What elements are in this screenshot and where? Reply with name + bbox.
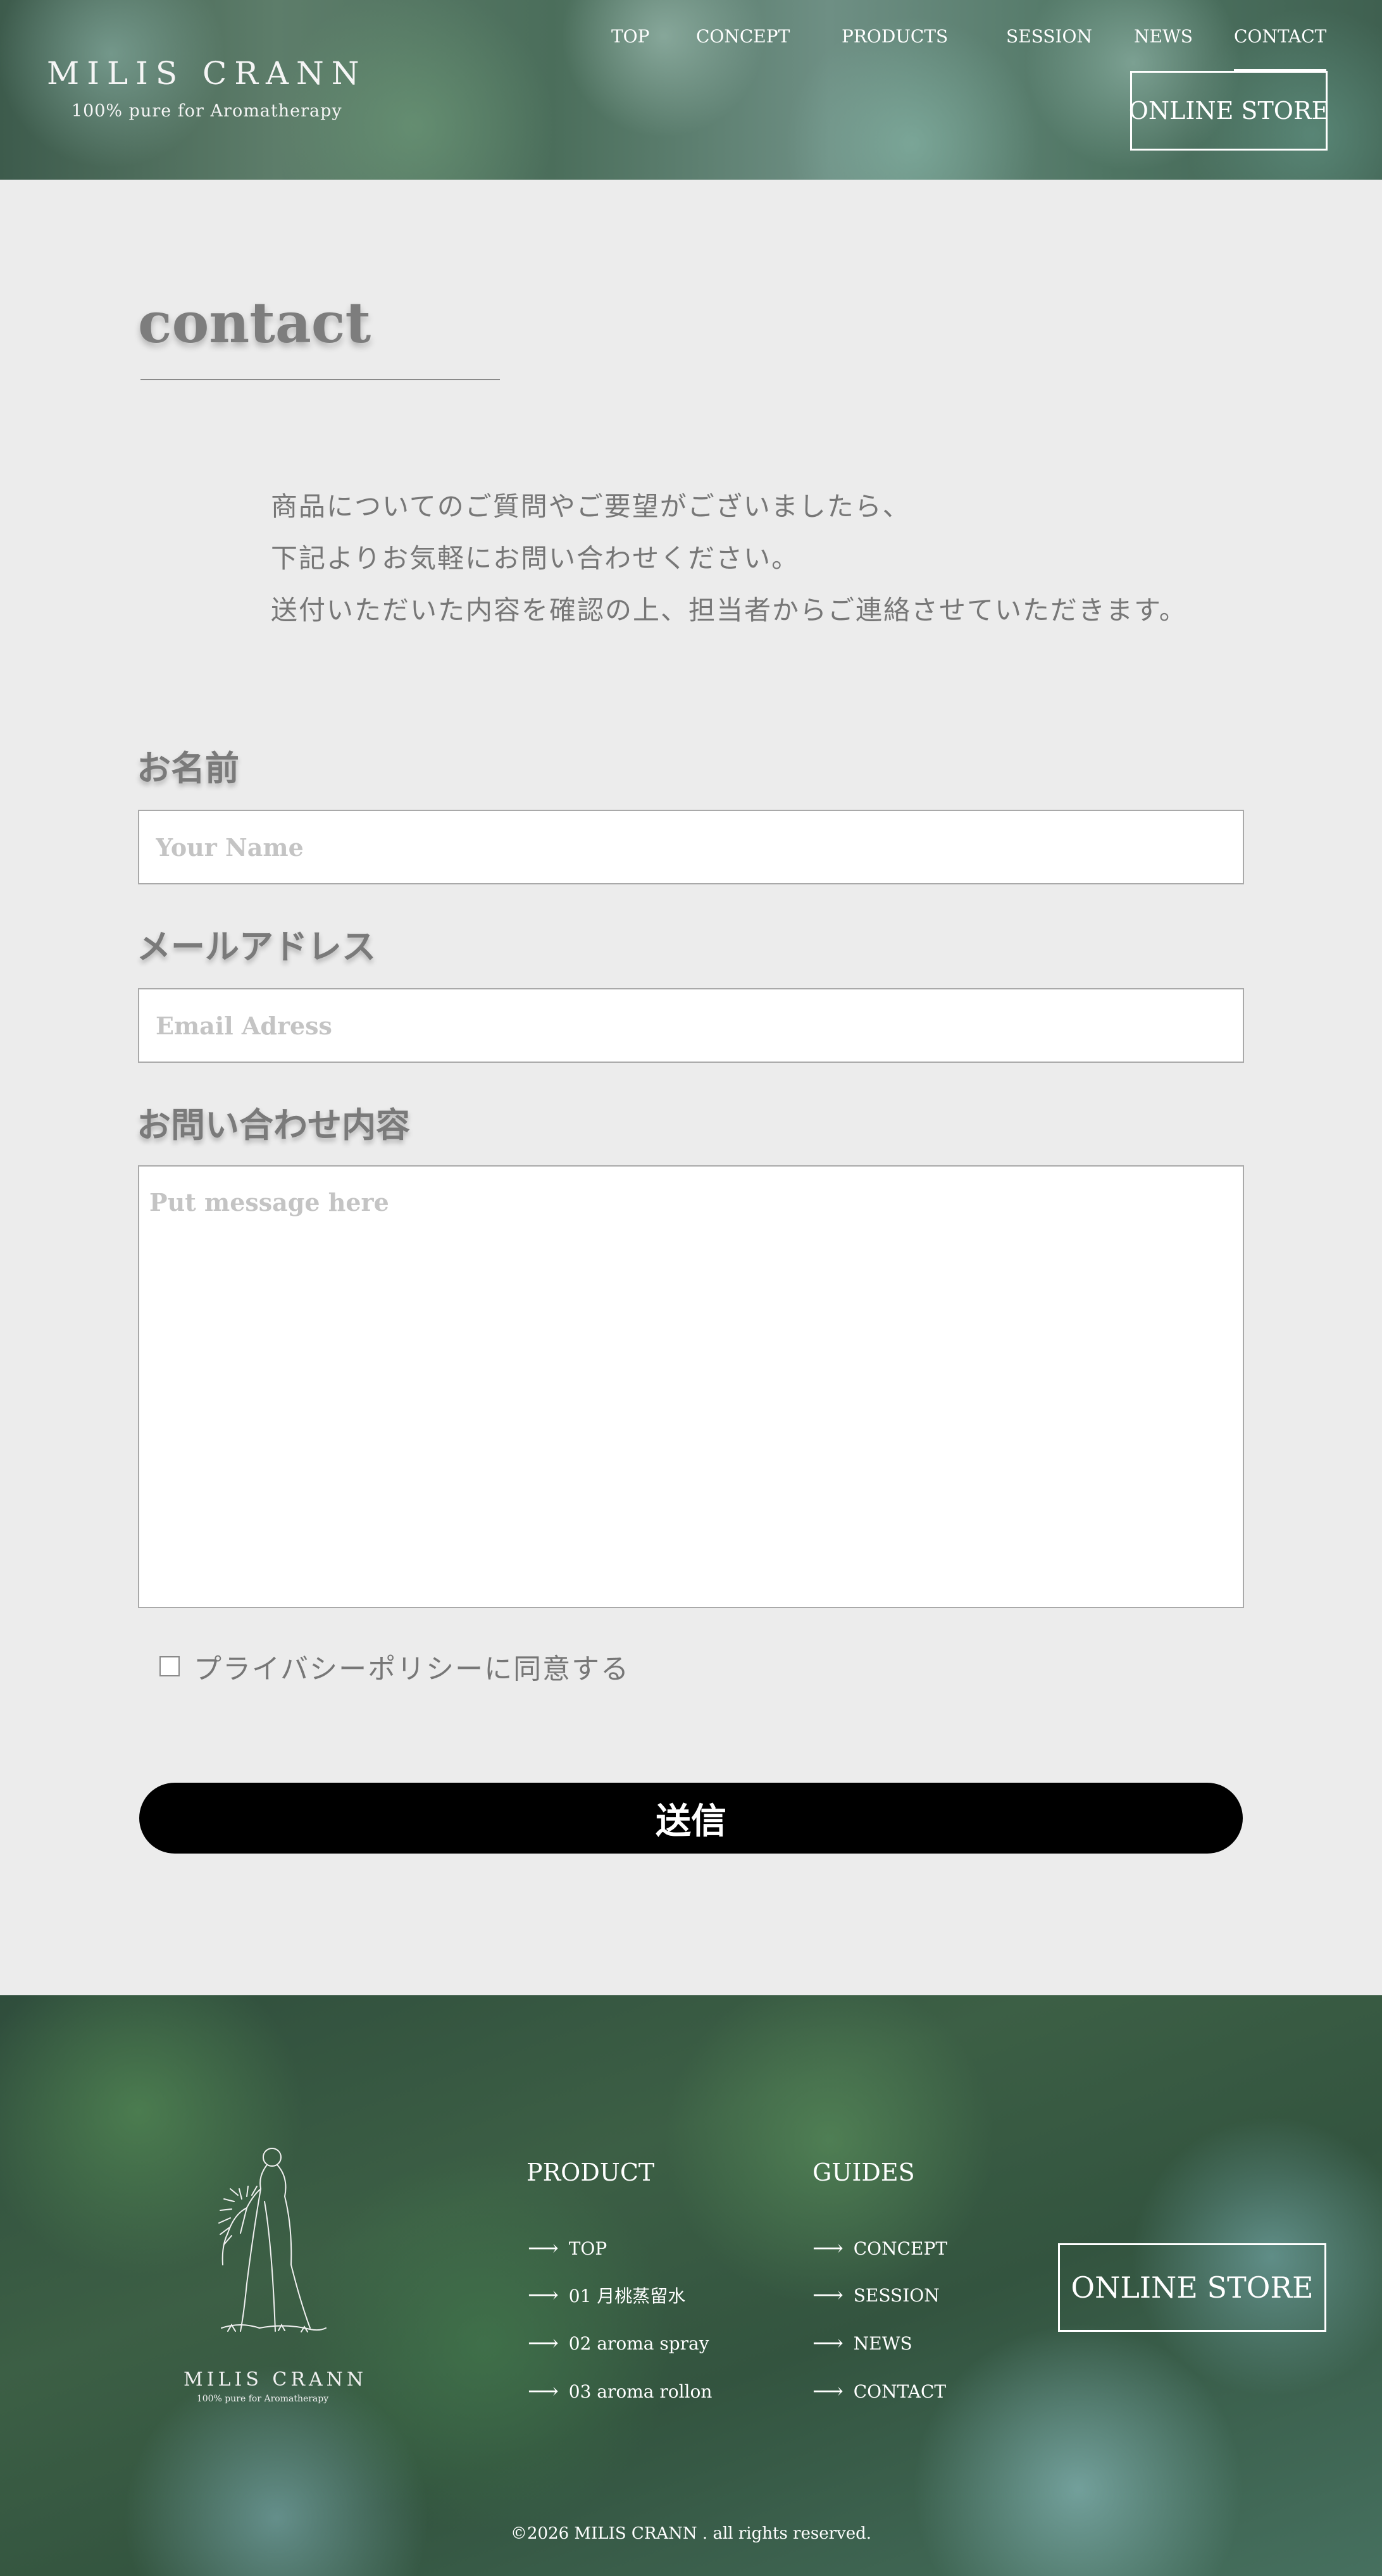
guides-heading: GUIDES: [812, 2158, 915, 2186]
email-label: メールアドレス: [137, 926, 376, 967]
arrow-right-icon: ⟶: [812, 2331, 844, 2356]
main-nav: TOP CONCEPT PRODUCTS SESSION NEWS CONTAC…: [585, 25, 1382, 71]
footer-link-product-03[interactable]: ⟶ 03 aroma rollon: [528, 2379, 712, 2404]
arrow-right-icon: ⟶: [528, 2282, 559, 2308]
arrow-right-icon: ⟶: [812, 2236, 844, 2261]
footer-link-label: CONTACT: [853, 2381, 947, 2402]
message-label: お問い合わせ内容: [137, 1105, 410, 1145]
footer-link-product-02[interactable]: ⟶ 02 aroma spray: [528, 2331, 709, 2356]
nav-contact-label: CONTACT: [1234, 26, 1327, 47]
online-store-button[interactable]: ONLINE STORE: [1129, 71, 1329, 151]
email-input[interactable]: [138, 988, 1244, 1063]
nav-top[interactable]: TOP: [611, 25, 649, 48]
footer-logo-title: MILIS CRANN: [184, 2369, 368, 2391]
title-divider: [140, 379, 500, 380]
intro-line-2: 下記よりお気軽にお問い合わせください。: [271, 543, 800, 574]
arrow-right-icon: ⟶: [812, 2379, 844, 2404]
intro-line-3: 送付いただいた内容を確認の上、担当者からご連絡させていただきます。: [271, 595, 1187, 626]
logo[interactable]: MILIS CRANN 100% pure for Aromatherapy: [47, 54, 367, 123]
product-heading: PRODUCT: [526, 2158, 655, 2186]
name-label: お名前: [137, 748, 239, 788]
nav-concept[interactable]: CONCEPT: [696, 25, 790, 48]
privacy-checkbox[interactable]: [159, 1656, 180, 1676]
logo-title: MILIS CRANN: [47, 55, 367, 92]
name-input[interactable]: [138, 810, 1244, 884]
arrow-right-icon: ⟶: [528, 2379, 559, 2404]
submit-button[interactable]: 送信: [139, 1783, 1243, 1854]
footer-link-label: TOP: [568, 2238, 607, 2259]
woman-illustration-icon: [218, 2148, 327, 2332]
site-header: MILIS CRANN 100% pure for Aromatherapy T…: [0, 0, 1382, 180]
footer-link-label: NEWS: [853, 2332, 912, 2354]
privacy-label: プライバシーポリシーに同意する: [194, 1653, 630, 1685]
footer-link-label: 02 aroma spray: [568, 2332, 709, 2354]
message-textarea[interactable]: [138, 1165, 1244, 1608]
footer-logo-subtitle: 100% pure for Aromatherapy: [196, 2394, 329, 2404]
nav-session[interactable]: SESSION: [1006, 25, 1092, 48]
footer-link-product-01[interactable]: ⟶ 01 月桃蒸留水: [528, 2282, 685, 2308]
footer-online-store-button[interactable]: ONLINE STORE: [1058, 2243, 1326, 2332]
footer-link-label: SESSION: [853, 2284, 940, 2306]
copyright: ©2026 MILIS CRANN . all rights reserved.: [510, 2524, 872, 2543]
arrow-right-icon: ⟶: [528, 2236, 559, 2261]
footer-link-news[interactable]: ⟶ NEWS: [812, 2331, 912, 2356]
arrow-right-icon: ⟶: [528, 2331, 559, 2356]
footer-link-concept[interactable]: ⟶ CONCEPT: [812, 2236, 947, 2261]
intro-line-1: 商品についてのご質問やご要望がございましたら、: [271, 491, 911, 522]
footer-link-session[interactable]: ⟶ SESSION: [812, 2282, 940, 2308]
footer-link-label: 01 月桃蒸留水: [568, 2286, 686, 2307]
nav-news[interactable]: NEWS: [1134, 25, 1193, 48]
footer-link-top[interactable]: ⟶ TOP: [528, 2236, 607, 2261]
footer-link-label: 03 aroma rollon: [568, 2381, 713, 2402]
footer-link-contact[interactable]: ⟶ CONTACT: [812, 2379, 946, 2404]
logo-subtitle: 100% pure for Aromatherapy: [71, 101, 342, 121]
nav-contact[interactable]: CONTACT: [1234, 25, 1327, 71]
footer-link-label: CONCEPT: [853, 2238, 948, 2259]
intro-text: 商品についてのご質問やご要望がございましたら、 下記よりお気軽にお問い合わせくだ…: [271, 481, 1187, 636]
privacy-consent[interactable]: プライバシーポリシーに同意する: [159, 1646, 630, 1687]
arrow-right-icon: ⟶: [812, 2282, 844, 2308]
footer-logo[interactable]: [184, 2138, 342, 2350]
nav-products[interactable]: PRODUCTS: [842, 25, 948, 48]
page-title: contact: [138, 290, 371, 356]
